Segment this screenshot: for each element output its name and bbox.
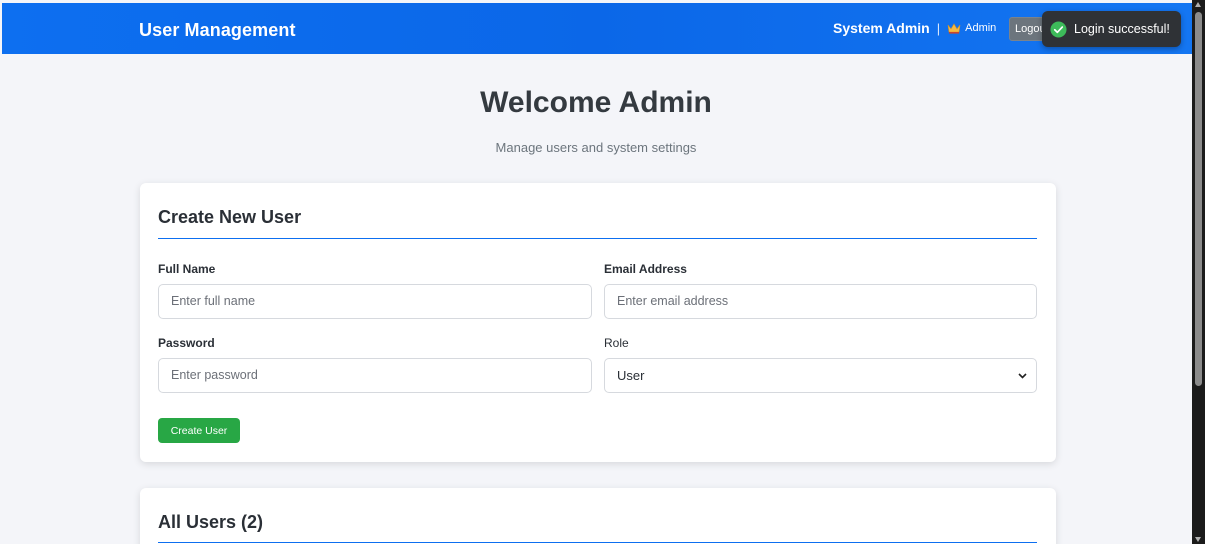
page: User Management System Admin | Admin Log…	[0, 0, 1192, 544]
crown-icon	[947, 23, 961, 34]
welcome-subtitle: Manage users and system settings	[495, 140, 697, 155]
toast-notification[interactable]: Login successful!	[1042, 11, 1181, 47]
full-name-input[interactable]: Enter full name	[158, 284, 592, 319]
separator: |	[936, 20, 941, 36]
password-input[interactable]: Enter password	[158, 358, 592, 393]
role-select[interactable]: User	[604, 358, 1037, 393]
role-label: Role	[604, 336, 629, 350]
scroll-thumb[interactable]	[1195, 12, 1202, 386]
all-users-title: All Users (2)	[158, 512, 1037, 543]
chevron-down-icon	[1018, 373, 1027, 379]
user-info: System Admin | Admin	[833, 20, 996, 36]
role-badge: Admin	[965, 22, 997, 34]
all-users-card: All Users (2)	[140, 488, 1056, 544]
top-navbar: User Management System Admin | Admin Log…	[2, 3, 1192, 54]
toast-message: Login successful!	[1074, 22, 1170, 36]
check-circle-icon	[1050, 20, 1067, 38]
vertical-scrollbar[interactable]	[1192, 0, 1205, 544]
scroll-down-arrow-icon[interactable]	[1195, 537, 1201, 542]
create-user-title: Create New User	[158, 207, 1037, 239]
welcome-heading: Welcome Admin	[480, 86, 712, 119]
create-user-button[interactable]: Create User	[158, 418, 240, 443]
brand-title[interactable]: User Management	[139, 20, 296, 41]
email-label: Email Address	[604, 262, 687, 276]
password-label: Password	[158, 336, 215, 350]
email-input[interactable]: Enter email address	[604, 284, 1037, 319]
scroll-up-arrow-icon[interactable]	[1195, 2, 1201, 7]
role-select-value: User	[617, 368, 645, 383]
create-user-card: Create New User Full Name Enter full nam…	[140, 183, 1056, 462]
user-name: System Admin	[833, 20, 930, 36]
full-name-label: Full Name	[158, 262, 216, 276]
